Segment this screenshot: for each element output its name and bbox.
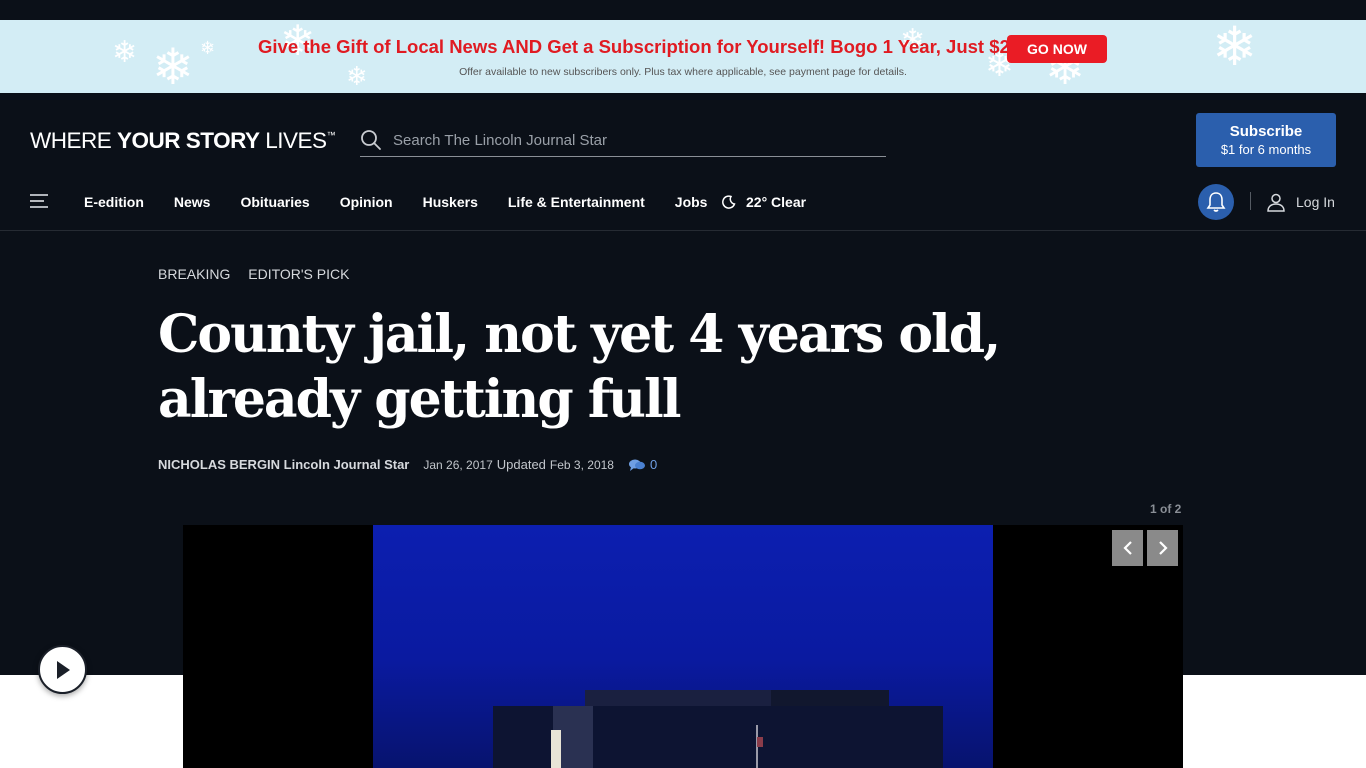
site-header: WHERE YOUR STORY LIVES™ Subscribe $1 for… (0, 93, 1366, 231)
gallery-counter: 1 of 2 (1150, 502, 1182, 516)
snowflake-icon: ❄ (200, 38, 216, 59)
photo-gallery[interactable] (183, 525, 1183, 768)
gallery-next-button[interactable] (1147, 530, 1178, 566)
article-byline: NICHOLAS BERGIN Lincoln Journal Star Jan… (158, 457, 657, 472)
nav-divider (1250, 192, 1251, 210)
updated-label: Updated (496, 457, 546, 472)
photo-building-window (551, 730, 561, 768)
article-headline: County jail, not yet 4 years old, alread… (158, 304, 1001, 430)
published-date: Jan 26, 2017 (423, 457, 493, 472)
author-name[interactable]: NICHOLAS BERGIN Lincoln Journal Star (158, 457, 409, 472)
subscribe-button[interactable]: Subscribe $1 for 6 months (1196, 113, 1336, 167)
search-bar[interactable] (360, 125, 886, 157)
promo-subtext: Offer available to new subscribers only.… (0, 66, 1366, 78)
promo-headline[interactable]: Give the Gift of Local News AND Get a Su… (258, 36, 1026, 58)
weather-text: 22° Clear (746, 194, 807, 210)
label-breaking[interactable]: BREAKING (158, 266, 230, 282)
subscribe-title: Subscribe (1229, 123, 1303, 140)
label-editors-pick[interactable]: EDITOR'S PICK (248, 266, 349, 282)
moon-icon (722, 195, 736, 209)
main-nav: E-edition News Obituaries Opinion Husker… (0, 181, 1366, 223)
updated-date: Feb 3, 2018 (549, 457, 614, 472)
top-strip (0, 0, 1366, 20)
gallery-photo[interactable] (373, 525, 993, 768)
nav-items: E-edition News Obituaries Opinion Husker… (84, 194, 737, 210)
audio-play-button[interactable] (38, 645, 87, 694)
notifications-button[interactable] (1198, 184, 1234, 220)
logo-text-1: WHERE (30, 128, 117, 153)
weather-widget[interactable]: 22° Clear (722, 194, 806, 210)
bell-icon (1206, 192, 1226, 212)
comments-icon (628, 459, 645, 471)
promo-banner[interactable]: ❄ ❄ ❄ ❄ ❄ ❄ ❄ ❄ ❄ Give the Gift of Local… (0, 20, 1366, 93)
nav-item-opinion[interactable]: Opinion (340, 194, 393, 210)
nav-item-e-edition[interactable]: E-edition (84, 194, 144, 210)
logo-trademark: ™ (326, 130, 336, 140)
nav-item-obituaries[interactable]: Obituaries (240, 194, 309, 210)
login-label: Log In (1296, 194, 1335, 210)
subscribe-offer: $1 for 6 months (1220, 142, 1312, 157)
login-link[interactable]: Log In (1266, 192, 1335, 212)
search-icon[interactable] (360, 129, 382, 151)
chevron-right-icon (1158, 541, 1168, 555)
gallery-prev-button[interactable] (1112, 530, 1143, 566)
nav-item-jobs[interactable]: Jobs (675, 194, 708, 210)
logo-text-2: LIVES (259, 128, 327, 153)
nav-item-huskers[interactable]: Huskers (423, 194, 478, 210)
snowflake-icon: ❄ (112, 35, 138, 70)
menu-icon[interactable] (30, 193, 50, 209)
nav-item-life-entertainment[interactable]: Life & Entertainment (508, 194, 645, 210)
site-logo[interactable]: WHERE YOUR STORY LIVES™ (30, 128, 336, 154)
chevron-left-icon (1122, 541, 1132, 555)
nav-item-news[interactable]: News (174, 194, 211, 210)
user-icon (1267, 193, 1285, 212)
go-now-button[interactable]: GO NOW (1007, 35, 1107, 63)
article-labels: BREAKING EDITOR'S PICK (158, 266, 363, 282)
promo-subtext-text: Offer available to new subscribers only.… (459, 66, 907, 78)
play-icon (56, 660, 70, 679)
comment-count: 0 (649, 457, 658, 472)
comments-link[interactable]: 0 (628, 457, 657, 472)
logo-text-bold: YOUR STORY (117, 128, 260, 153)
photo-flag (757, 737, 763, 747)
search-input[interactable] (393, 129, 873, 151)
